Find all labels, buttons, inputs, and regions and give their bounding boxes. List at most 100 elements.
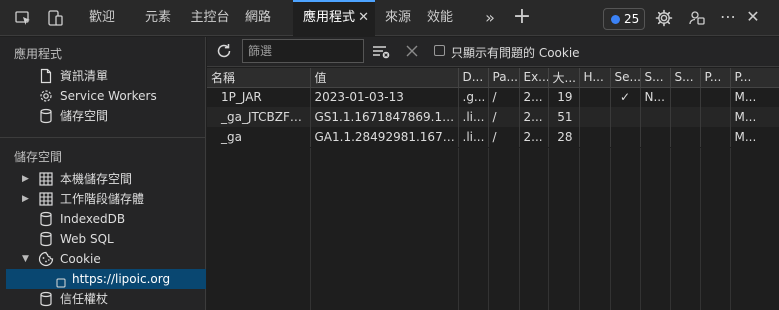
sidebar-item-label: IndexedDB — [60, 212, 126, 226]
database-icon — [38, 231, 54, 247]
close-tab-icon[interactable]: ✕ — [358, 2, 369, 34]
cell-httponly — [579, 107, 611, 127]
sidebar-item-cookie-origin[interactable]: https://lipoic.org — [56, 269, 196, 289]
cookie-icon — [38, 251, 54, 267]
sidebar-item-indexeddb[interactable]: IndexedDB — [38, 209, 198, 229]
cell-samesite: N... — [640, 87, 671, 107]
inspect-element-icon[interactable] — [14, 9, 32, 27]
tab-network[interactable]: 網路 — [238, 0, 278, 36]
column-header-name[interactable]: 名稱 — [207, 68, 311, 88]
column-header-partition[interactable]: P... — [700, 68, 731, 88]
sidebar-item-label: https://lipoic.org — [72, 272, 171, 286]
tab-label: 歡迎 — [88, 10, 115, 25]
chevron-right-icon[interactable]: ▶ — [22, 194, 32, 204]
add-tab-icon[interactable]: + — [510, 0, 534, 36]
sidebar-item-label: 儲存空間 — [60, 109, 109, 123]
column-header-priority[interactable]: P... — [730, 68, 779, 88]
device-emulation-icon[interactable] — [46, 9, 64, 27]
sidebar-item-trust-tokens[interactable]: 信任權杖 — [38, 289, 198, 309]
table-row[interactable]: _ga_JTCBZF8K... GS1.1.1671847869.1.1.1..… — [207, 107, 779, 127]
column-header-size[interactable]: 大... — [548, 68, 580, 88]
cookies-toolbar: 只顯示有問題的 Cookie — [207, 37, 779, 67]
cell-partition — [700, 127, 731, 147]
column-header-domain[interactable]: D... — [458, 68, 489, 88]
cell-domain: .g... — [458, 87, 489, 107]
tab-application[interactable]: 應用程式 ✕ — [293, 0, 375, 36]
tab-welcome[interactable]: 歡迎 — [80, 0, 124, 36]
cell-secure — [610, 107, 641, 127]
column-header-value[interactable]: 值 — [310, 68, 459, 88]
cell-httponly — [579, 87, 611, 107]
sidebar-item-cookies[interactable]: ▼ Cookie — [22, 249, 202, 269]
tab-performance[interactable]: 效能 — [420, 0, 460, 36]
cell-httponly — [579, 127, 611, 147]
sidebar-item-local-storage[interactable]: ▶ 本機儲存空間 — [22, 169, 202, 189]
application-sidebar: 應用程式 資訊清單 Service Workers 儲存空間 儲存空間 ▶ 本機… — [0, 37, 206, 310]
column-header-secure[interactable]: Se... — [610, 68, 641, 88]
sidebar-item-label: Web SQL — [60, 232, 114, 246]
chevron-right-icon[interactable]: ▶ — [22, 174, 32, 184]
sidebar-item-service-workers[interactable]: Service Workers — [38, 86, 198, 106]
grid-icon — [38, 171, 54, 187]
cell-partition — [700, 107, 731, 127]
refresh-icon[interactable] — [215, 42, 233, 60]
only-issues-checkbox[interactable] — [434, 45, 445, 56]
gear-icon — [38, 88, 54, 104]
table-row[interactable]: 1P_JAR 2023-01-03-13 .g... / 2... 19 ✓ N… — [207, 87, 779, 107]
sidebar-item-web-sql[interactable]: Web SQL — [38, 229, 198, 249]
devtools-tab-bar: 歡迎 元素 主控台 網路 應用程式 ✕ 來源 效能 » + 25 ⋯ ✕ — [0, 0, 779, 36]
cell-path: / — [488, 127, 520, 147]
column-header-httponly[interactable]: H... — [579, 68, 611, 88]
cell-value: 2023-01-03-13 — [310, 87, 459, 107]
column-header-sameparty[interactable]: S... — [670, 68, 701, 88]
chevron-down-icon[interactable]: ▼ — [22, 254, 32, 264]
cell-name: 1P_JAR — [207, 87, 311, 107]
tab-label: 網路 — [244, 10, 271, 25]
sidebar-item-label: Service Workers — [60, 89, 157, 103]
issues-icon — [611, 15, 620, 24]
filter-input[interactable] — [242, 39, 364, 63]
cell-value: GA1.1.28492981.167184... — [310, 127, 459, 147]
cookies-panel: 只顯示有問題的 Cookie 名稱 值 D... Pa... Ex... 大..… — [207, 37, 779, 310]
more-options-icon[interactable]: ⋯ — [716, 0, 740, 36]
table-empty-area — [207, 148, 779, 310]
clear-filtered-cookies-icon[interactable] — [372, 44, 390, 60]
cell-size: 28 — [548, 127, 580, 147]
table-header-row: 名稱 值 D... Pa... Ex... 大... H... Se... S.… — [207, 68, 779, 88]
close-devtools-icon[interactable]: ✕ — [743, 0, 763, 36]
tab-console[interactable]: 主控台 — [184, 0, 236, 36]
cell-path: / — [488, 87, 520, 107]
cell-sameparty — [670, 87, 701, 107]
cell-expires: 2... — [519, 127, 549, 147]
cell-value: GS1.1.1671847869.1.1.1... — [310, 107, 459, 127]
feedback-icon[interactable] — [688, 9, 706, 27]
database-icon — [38, 211, 54, 227]
sidebar-item-storage[interactable]: 儲存空間 — [38, 106, 198, 126]
cell-priority: M... — [730, 127, 779, 147]
cell-name: _ga_JTCBZF8K... — [207, 107, 311, 127]
sidebar-item-label: 本機儲存空間 — [60, 172, 133, 186]
column-header-samesite[interactable]: S... — [640, 68, 671, 88]
tab-label: 主控台 — [190, 10, 230, 25]
sidebar-item-session-storage[interactable]: ▶ 工作階段儲存體 — [22, 189, 202, 209]
cell-domain: .li... — [458, 127, 489, 147]
tab-label: 應用程式 — [303, 10, 356, 25]
column-header-expires[interactable]: Ex... — [519, 68, 549, 88]
cell-expires: 2... — [519, 107, 549, 127]
tab-sources[interactable]: 來源 — [378, 0, 418, 36]
settings-gear-icon[interactable] — [655, 9, 673, 27]
issues-badge[interactable]: 25 — [603, 8, 645, 30]
sidebar-item-manifest[interactable]: 資訊清單 — [38, 66, 198, 86]
database-icon — [38, 108, 54, 124]
tab-elements[interactable]: 元素 — [136, 0, 180, 36]
table-row[interactable]: _ga GA1.1.28492981.167184... .li... / 2.… — [207, 127, 779, 147]
origin-icon — [56, 274, 66, 288]
document-icon — [38, 68, 54, 84]
column-header-path[interactable]: Pa... — [488, 68, 520, 88]
more-tabs-icon[interactable]: » — [480, 0, 500, 36]
cell-path: / — [488, 107, 520, 127]
cell-size: 51 — [548, 107, 580, 127]
delete-selected-icon[interactable] — [404, 43, 420, 59]
cell-priority: M... — [730, 87, 779, 107]
cell-secure — [610, 127, 641, 147]
